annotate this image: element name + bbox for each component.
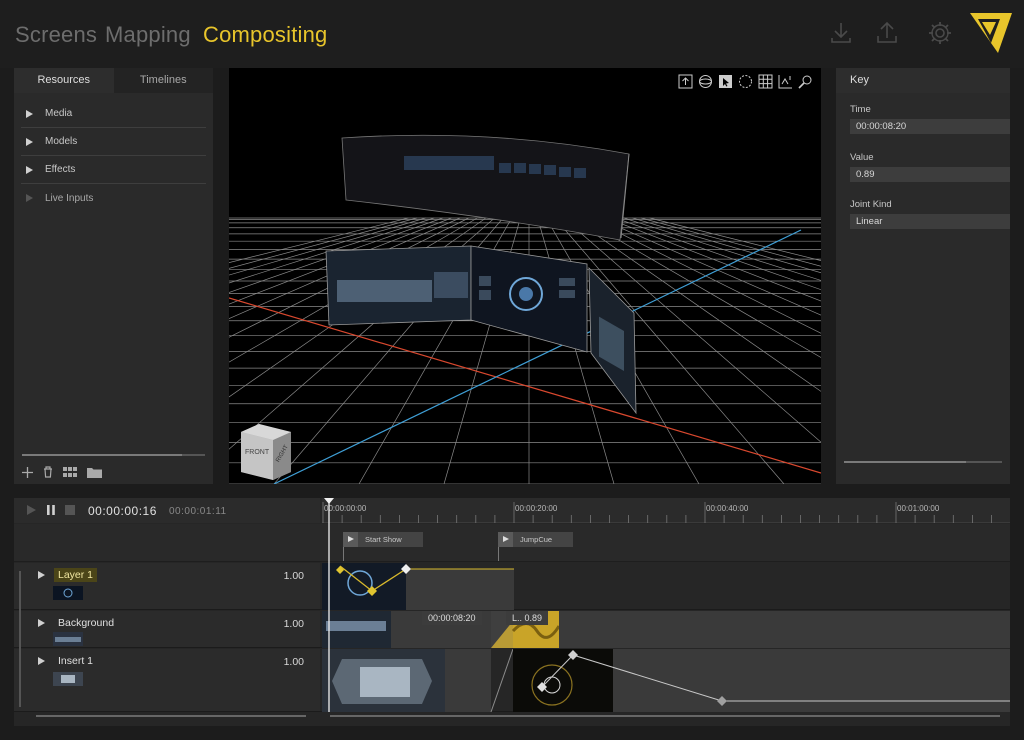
- expand-triangle-icon[interactable]: [26, 165, 33, 174]
- viewport-toolbar: [678, 74, 813, 89]
- value-field[interactable]: 0.89: [850, 167, 1010, 182]
- timeline-horizontal-scrollbar[interactable]: [330, 715, 1000, 717]
- ruler-label: 00:00:40:00: [706, 504, 749, 513]
- stop-icon[interactable]: [65, 505, 75, 515]
- resource-list: Media Models Effects Live Inputs: [21, 100, 206, 212]
- expand-triangle-icon[interactable]: [38, 657, 45, 665]
- tab-mapping[interactable]: Mapping: [105, 22, 191, 48]
- key-time-tooltip: 00:00:08:20: [422, 611, 482, 625]
- expand-triangle-icon[interactable]: [26, 109, 33, 118]
- layer-opacity-value[interactable]: 1.00: [284, 656, 304, 668]
- snap-icon[interactable]: [778, 74, 793, 89]
- resource-item-label: Models: [45, 136, 78, 147]
- 3d-viewport[interactable]: FRONT RIGHT: [229, 68, 821, 484]
- key-properties-panel: Key Time 00:00:08:20 Value 0.89 Joint Ki…: [836, 68, 1010, 484]
- cue-jumpcue[interactable]: JumpCue: [498, 532, 573, 561]
- time-label: Time: [850, 104, 871, 115]
- tab-screens[interactable]: Screens: [15, 22, 97, 48]
- time-ruler[interactable]: 00:00:00:00 00:00:20:00 00:00:40:00 00:0…: [322, 498, 1010, 523]
- cue-track: Start Show JumpCue: [14, 524, 1010, 562]
- tab-compositing[interactable]: Compositing: [203, 22, 327, 48]
- key-panel-scrollbar[interactable]: [844, 461, 1002, 463]
- layer-row-layer-1[interactable]: Layer 1 1.00: [14, 563, 1010, 610]
- resources-panel: Resources Timelines Media Models Effects…: [14, 68, 213, 484]
- resource-item-label: Media: [45, 108, 73, 119]
- layer-row-insert-1[interactable]: Insert 1 1.00: [14, 649, 1010, 712]
- pause-icon[interactable]: [47, 505, 55, 515]
- joint-kind-label: Joint Kind: [850, 199, 892, 210]
- svg-text:FRONT: FRONT: [245, 449, 270, 456]
- scene-render: FRONT RIGHT: [229, 134, 821, 484]
- play-icon[interactable]: [27, 505, 36, 515]
- layer-track[interactable]: [322, 563, 1010, 610]
- layer-track[interactable]: [322, 649, 1010, 712]
- layer-opacity-value[interactable]: 1.00: [284, 618, 304, 630]
- ruler-label: 00:00:20:00: [515, 504, 558, 513]
- upload-icon[interactable]: [874, 20, 900, 46]
- cue-label: JumpCue: [520, 535, 553, 544]
- expand-triangle-icon[interactable]: [26, 137, 33, 146]
- gear-icon[interactable]: [927, 20, 953, 46]
- grid-icon[interactable]: [758, 74, 773, 89]
- layer-row-background[interactable]: Background 1.00 00:00:08:20 L.. 0.89: [14, 611, 1010, 648]
- expand-triangle-icon[interactable]: [38, 571, 45, 579]
- ruler-label: 00:01:00:00: [897, 504, 940, 513]
- resources-scrollbar[interactable]: [22, 454, 205, 456]
- layer-name[interactable]: Layer 1: [54, 568, 98, 582]
- select-icon[interactable]: [718, 74, 733, 89]
- total-time: 00:00:01:11: [169, 506, 227, 517]
- tab-timelines[interactable]: Timelines: [113, 68, 213, 93]
- app-logo: [970, 13, 1012, 53]
- resource-item-media[interactable]: Media: [21, 100, 206, 128]
- panel-header: Key: [836, 68, 1010, 93]
- cue-label: Start Show: [365, 535, 402, 544]
- trash-icon[interactable]: [43, 466, 53, 478]
- top-bar: Screens Mapping Compositing: [0, 0, 1024, 68]
- playhead[interactable]: [324, 498, 334, 712]
- key-value-tooltip: L.. 0.89: [506, 611, 549, 625]
- joint-kind-select[interactable]: Linear: [850, 214, 1010, 229]
- download-icon[interactable]: [828, 20, 854, 46]
- export-icon[interactable]: [678, 74, 693, 89]
- resource-item-effects[interactable]: Effects: [21, 156, 206, 184]
- time-field[interactable]: 00:00:08:20: [850, 119, 1010, 134]
- zoom-icon[interactable]: [798, 74, 813, 89]
- expand-triangle-icon[interactable]: [38, 619, 45, 627]
- layer-name[interactable]: Background: [54, 616, 118, 630]
- layers-horizontal-scrollbar[interactable]: [36, 715, 306, 717]
- resource-item-live-inputs[interactable]: Live Inputs: [21, 184, 206, 212]
- resource-item-label: Effects: [45, 164, 76, 175]
- sphere-icon[interactable]: [698, 74, 713, 89]
- tab-resources[interactable]: Resources: [14, 68, 114, 93]
- folder-icon[interactable]: [87, 467, 102, 478]
- cue-play-icon[interactable]: [498, 532, 513, 547]
- cue-start-show[interactable]: Start Show: [343, 532, 423, 561]
- value-label: Value: [850, 152, 874, 163]
- expand-triangle-icon[interactable]: [26, 194, 33, 202]
- layer-thumbnail: [53, 632, 83, 646]
- add-icon[interactable]: [22, 466, 33, 478]
- current-time: 00:00:00:16: [88, 504, 157, 518]
- layer-thumbnail: [53, 586, 83, 600]
- layer-thumbnail: [53, 672, 83, 686]
- view-cube-icon[interactable]: FRONT RIGHT: [241, 424, 291, 480]
- lasso-icon[interactable]: [738, 74, 753, 89]
- layer-opacity-value[interactable]: 1.00: [284, 570, 304, 582]
- transport-bar: 00:00:00:16 00:00:01:11: [14, 498, 320, 523]
- resource-item-models[interactable]: Models: [21, 128, 206, 156]
- layer-name[interactable]: Insert 1: [54, 654, 97, 668]
- layers-vertical-scrollbar[interactable]: [19, 571, 21, 707]
- cue-play-icon[interactable]: [343, 532, 358, 547]
- resource-item-label: Live Inputs: [45, 192, 94, 204]
- timeline-panel: 00:00:00:16 00:00:01:11 00:00:00:00 00:0…: [14, 498, 1010, 726]
- layer-track[interactable]: 00:00:08:20 L.. 0.89: [322, 611, 1010, 648]
- grid-icon[interactable]: [63, 467, 77, 477]
